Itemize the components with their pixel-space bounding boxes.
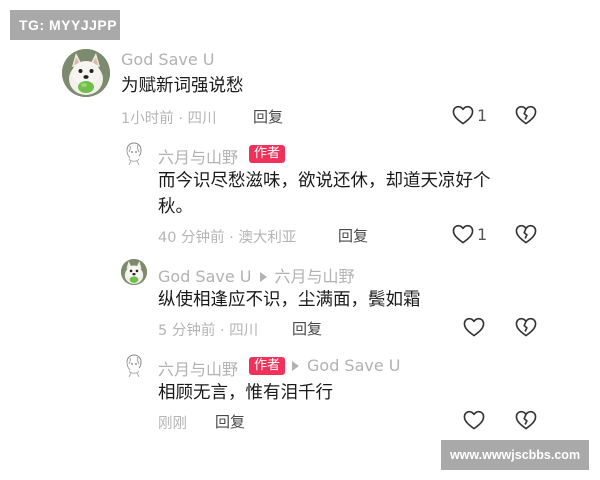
like-button[interactable] (452, 224, 474, 244)
author-badge: 作者 (249, 357, 286, 375)
like-count: 1 (477, 106, 488, 125)
avatar[interactable] (121, 259, 147, 285)
broken-heart-icon (515, 317, 537, 337)
like-button[interactable] (463, 317, 485, 337)
dislike-button[interactable] (515, 317, 537, 337)
watermark-bottom-right: www.wwwjscbbs.com (441, 440, 589, 470)
like-button[interactable] (452, 105, 474, 125)
comment-text-line-2: 秋。 (158, 197, 193, 217)
comment-username[interactable]: God Save U (158, 267, 252, 286)
comment-username[interactable]: 六月与山野 (158, 144, 238, 168)
comment-time-location: 5 分钟前 · 四川 (158, 323, 259, 339)
avatar[interactable] (62, 49, 110, 97)
reply-to-line: God Save U (288, 356, 401, 375)
comment-time-location: 40 分钟前 · 澳大利亚 (158, 230, 297, 246)
reply-to-username[interactable]: God Save U (307, 356, 401, 375)
reply-button[interactable]: 回复 (292, 318, 322, 339)
reply-arrow-icon (259, 272, 267, 282)
heart-icon (452, 105, 474, 125)
avatar[interactable] (121, 352, 147, 378)
comment-username-line: God Save U 六月与山野 (158, 263, 355, 287)
broken-heart-icon (515, 410, 537, 430)
heart-icon (463, 317, 485, 337)
comment-username[interactable]: 六月与山野 (158, 356, 238, 380)
reply-button[interactable]: 回复 (338, 225, 368, 246)
heart-icon (452, 224, 474, 244)
like-button[interactable] (463, 410, 485, 430)
like-count: 1 (477, 225, 488, 244)
comment-username[interactable]: God Save U (121, 50, 215, 69)
comment-text-line-1: 而今识尽愁滋味，欲说还休，却道天凉好个 (158, 171, 491, 191)
comment-time-location: 1小时前 · 四川 (121, 111, 217, 127)
dislike-button[interactable] (515, 224, 537, 244)
comment-text: 为赋新词强说愁 (121, 76, 244, 96)
reply-button[interactable]: 回复 (253, 106, 283, 127)
watermark-top-left: TG: MYYJJPP (10, 10, 120, 40)
sketch-avatar-icon (126, 142, 142, 166)
reply-button[interactable]: 回复 (215, 411, 245, 432)
avatar[interactable] (121, 140, 147, 166)
comment-time: 刚刚 (158, 416, 187, 432)
comment-text: 相顾无言，惟有泪千行 (158, 383, 333, 403)
broken-heart-icon (515, 224, 537, 244)
sketch-avatar-icon (126, 354, 142, 378)
author-badge: 作者 (249, 145, 286, 163)
reply-arrow-icon (292, 361, 299, 371)
dislike-button[interactable] (515, 410, 537, 430)
reply-to-username[interactable]: 六月与山野 (275, 267, 355, 286)
dislike-button[interactable] (515, 105, 537, 125)
dog-avatar-icon (121, 259, 147, 285)
comment-text: 纵使相逢应不识，尘满面，鬓如霜 (158, 290, 421, 310)
dog-avatar-icon (62, 49, 110, 97)
heart-icon (463, 410, 485, 430)
broken-heart-icon (515, 105, 537, 125)
